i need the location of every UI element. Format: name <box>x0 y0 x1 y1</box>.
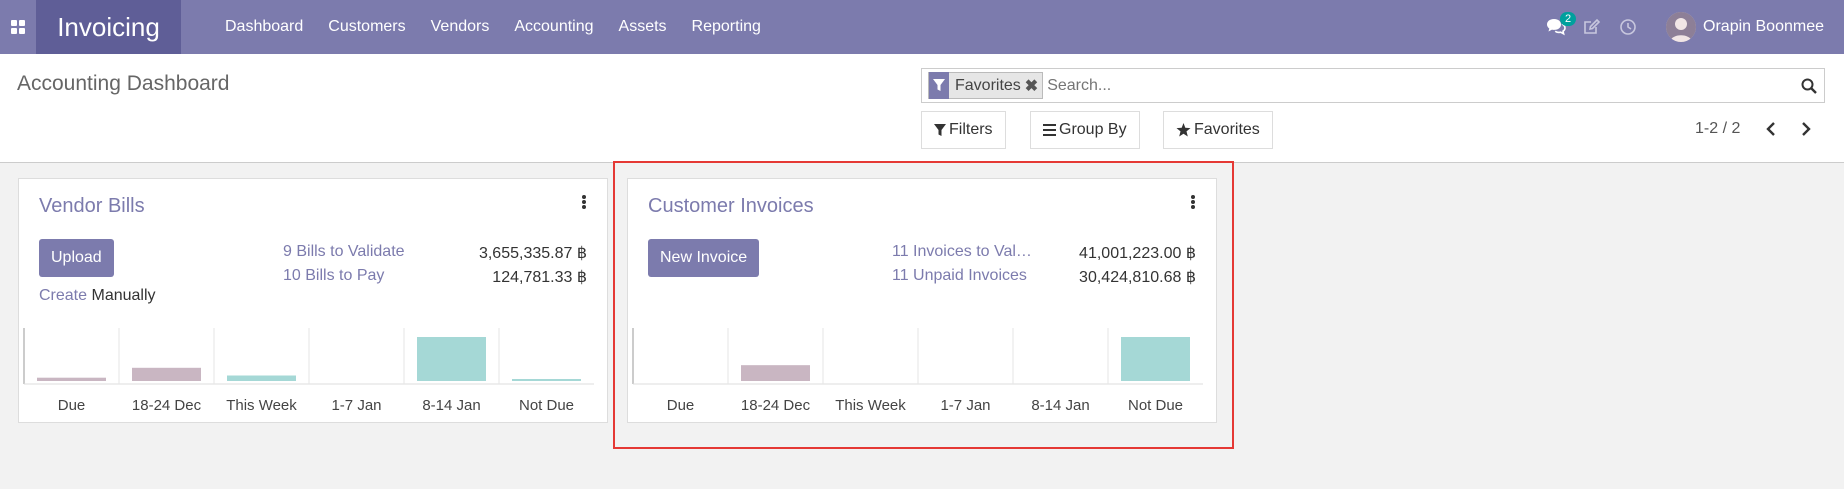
favorites-button[interactable]: Favorites <box>1163 111 1273 149</box>
chart-category-label: Not Due <box>519 397 574 414</box>
bills-to-pay-value: 124,781.33 ฿ <box>492 269 587 286</box>
search-input[interactable] <box>1047 70 1794 101</box>
chart-category-label: Due <box>58 397 86 414</box>
menu-reporting[interactable]: Reporting <box>692 18 761 36</box>
bills-to-pay-link[interactable]: 10 Bills to Pay <box>283 267 384 285</box>
filters-label: Filters <box>949 121 993 138</box>
menu-customers[interactable]: Customers <box>328 18 405 36</box>
chevron-right-icon <box>1802 122 1811 136</box>
filters-button[interactable]: Filters <box>921 111 1006 149</box>
chart-category-label: This Week <box>226 397 297 414</box>
search-icon <box>1801 78 1817 94</box>
create-manually: Create Manually <box>39 287 156 305</box>
chart-category-label: 1-7 Jan <box>331 397 381 414</box>
search-button[interactable] <box>1794 78 1824 94</box>
card-menu-button[interactable] <box>579 195 589 213</box>
bills-to-validate-value: 3,655,335.87 ฿ <box>478 245 587 262</box>
systray: 2 Orapin Boonmee <box>1538 0 1844 54</box>
pager-value[interactable]: 1-2 / 2 <box>1695 120 1740 138</box>
activity-button[interactable] <box>1574 0 1610 54</box>
search-facet-label: Favorites <box>955 76 1021 94</box>
card-title[interactable]: Vendor Bills <box>39 195 145 218</box>
selection-highlight <box>613 161 1234 449</box>
control-panel: Accounting Dashboard Favorites ✖ Filters… <box>0 54 1844 163</box>
user-menu[interactable]: Orapin Boonmee <box>1666 12 1824 42</box>
chart-bar[interactable] <box>417 337 486 381</box>
favorites-label: Favorites <box>1194 121 1260 138</box>
bills-to-validate-link[interactable]: 9 Bills to Validate <box>283 243 405 261</box>
star-icon <box>1176 123 1191 137</box>
pager-next-button[interactable] <box>1796 118 1816 140</box>
apps-grid-icon <box>11 20 25 34</box>
create-link[interactable]: Create <box>39 287 87 304</box>
user-avatar-icon <box>1666 12 1697 42</box>
pager-previous-button[interactable] <box>1761 118 1781 140</box>
chart-bar[interactable] <box>227 375 296 382</box>
vendor-bills-card: Vendor Bills Upload Create Manually 9 Bi… <box>18 178 608 423</box>
chart-category-label: 8-14 Jan <box>422 397 480 414</box>
kebab-icon <box>582 195 586 209</box>
chart-bar[interactable] <box>132 367 201 381</box>
chart-bar[interactable] <box>37 377 106 381</box>
messages-button[interactable]: 2 <box>1538 0 1577 54</box>
app-title[interactable]: Invoicing <box>36 0 181 54</box>
remove-facet-icon[interactable]: ✖ <box>1025 76 1042 96</box>
menu-assets[interactable]: Assets <box>619 18 667 36</box>
search-bar: Favorites ✖ <box>921 68 1825 103</box>
menu-accounting[interactable]: Accounting <box>514 18 593 36</box>
group-by-label: Group By <box>1059 121 1127 138</box>
menu-vendors[interactable]: Vendors <box>431 18 490 36</box>
clock-icon <box>1620 19 1636 35</box>
page-title: Accounting Dashboard <box>17 72 230 95</box>
avatar <box>1666 12 1697 42</box>
user-name: Orapin Boonmee <box>1703 18 1824 35</box>
group-by-button[interactable]: Group By <box>1030 111 1140 149</box>
chart-category-label: 18-24 Dec <box>132 397 202 414</box>
main-menu: Dashboard Customers Vendors Accounting A… <box>225 18 786 36</box>
edit-icon <box>1584 18 1601 34</box>
apps-menu-button[interactable] <box>0 0 36 54</box>
filter-icon <box>929 72 949 99</box>
menu-dashboard[interactable]: Dashboard <box>225 18 303 36</box>
bars-icon <box>1043 124 1056 136</box>
chart-bar[interactable] <box>512 379 581 381</box>
top-navbar: Invoicing Dashboard Customers Vendors Ac… <box>0 0 1844 54</box>
chevron-left-icon <box>1766 122 1775 136</box>
upload-button[interactable]: Upload <box>39 239 114 277</box>
filter-icon <box>934 123 946 136</box>
vendor-bills-chart[interactable]: Due 18-24 Dec This Week 1-7 Jan 8-14 Jan Not … <box>22 328 602 418</box>
clock-button[interactable] <box>1610 0 1646 54</box>
search-facet-favorites[interactable]: Favorites ✖ <box>928 72 1044 99</box>
create-suffix: Manually <box>91 287 156 304</box>
